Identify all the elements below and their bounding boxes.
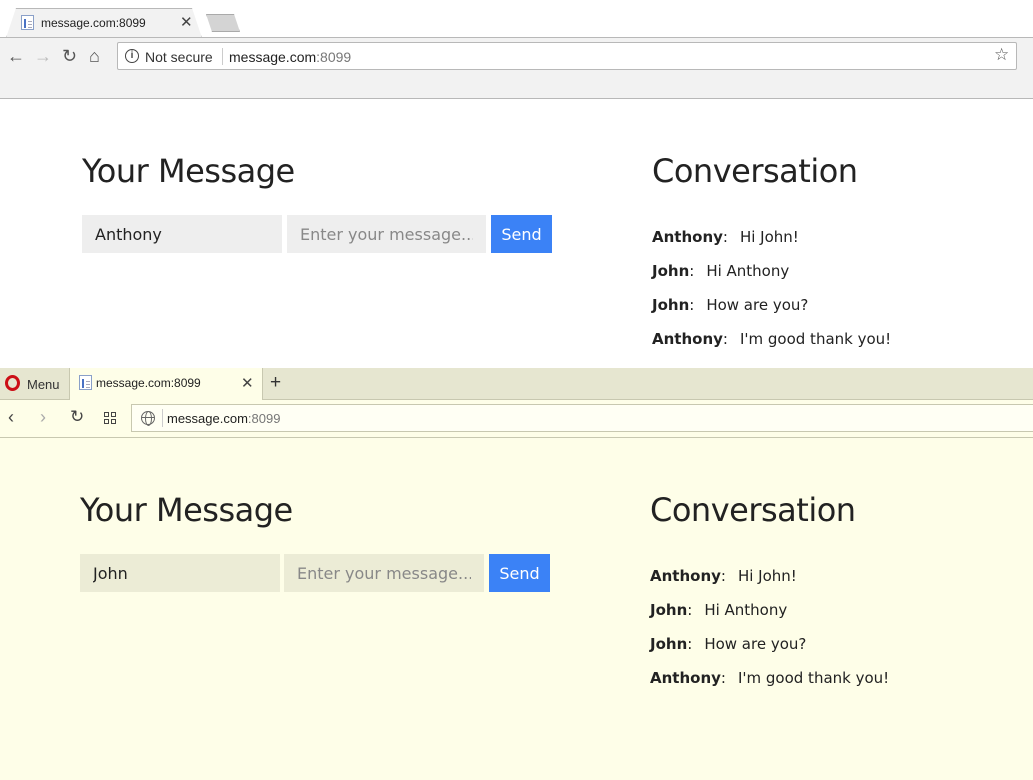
your-message-heading: Your Message — [80, 491, 293, 529]
message-text: I'm good thank you! — [739, 330, 892, 348]
message-sender: John — [652, 262, 690, 280]
message-item: Anthony: I'm good thank you! — [652, 330, 892, 348]
send-button[interactable]: Send — [491, 215, 552, 253]
reload-icon[interactable]: ↻ — [62, 46, 77, 67]
message-sender: John — [650, 635, 688, 653]
chrome-tab-title: message.com:8099 — [41, 16, 146, 30]
page-icon — [79, 375, 92, 390]
url-text[interactable]: message.com:8099 — [229, 49, 351, 65]
opera-tab-title: message.com:8099 — [96, 376, 201, 390]
url-text[interactable]: message.com:8099 — [167, 411, 280, 426]
message-text: Hi Anthony — [704, 601, 788, 619]
close-tab-icon[interactable]: ✕ — [180, 13, 193, 31]
message-item: John: How are you? — [652, 296, 809, 314]
page-icon — [21, 15, 34, 30]
divider — [222, 48, 223, 65]
back-chevron-icon[interactable]: ‹ — [8, 407, 14, 428]
your-message-heading: Your Message — [82, 152, 295, 190]
opera-logo-icon[interactable] — [5, 375, 20, 391]
message-item: Anthony: Hi John! — [650, 567, 797, 585]
message-sender: Anthony — [652, 228, 723, 246]
message-sender: Anthony — [650, 567, 721, 585]
reload-icon[interactable]: ↻ — [70, 407, 84, 427]
conversation-heading: Conversation — [650, 491, 856, 529]
message-text: How are you? — [704, 635, 807, 653]
message-text: Hi Anthony — [706, 262, 790, 280]
conversation-heading: Conversation — [652, 152, 858, 190]
message-item: Anthony: I'm good thank you! — [650, 669, 890, 687]
back-arrow-icon[interactable]: ← — [7, 46, 25, 67]
home-icon[interactable]: ⌂ — [89, 46, 100, 67]
message-item: John: Hi Anthony — [652, 262, 790, 280]
message-input[interactable] — [284, 554, 484, 592]
info-icon[interactable]: i — [125, 49, 139, 63]
message-sender: Anthony — [650, 669, 721, 687]
speed-dial-icon[interactable] — [104, 412, 117, 425]
new-tab-button[interactable] — [206, 14, 240, 32]
chrome-window: message.com:8099 ✕ ← → ↻ ⌂ i Not secure … — [0, 0, 1033, 368]
message-sender: John — [652, 296, 690, 314]
message-text: Hi John! — [737, 567, 797, 585]
opera-menu-button[interactable]: Menu — [27, 377, 60, 392]
message-item: John: How are you? — [650, 635, 807, 653]
name-input[interactable] — [82, 215, 282, 253]
chrome-tab-bar: message.com:8099 ✕ — [0, 0, 1033, 38]
message-input[interactable] — [287, 215, 486, 253]
close-tab-icon[interactable]: ✕ — [241, 374, 254, 392]
security-label[interactable]: Not secure — [145, 49, 213, 65]
address-bar[interactable]: message.com:8099 — [131, 404, 1033, 432]
send-button[interactable]: Send — [489, 554, 550, 592]
message-sender: Anthony — [652, 330, 723, 348]
new-tab-icon[interactable]: + — [270, 372, 281, 394]
opera-window: Menu message.com:8099 ✕ + ‹ › ↻ message.… — [0, 368, 1033, 780]
message-item: John: Hi Anthony — [650, 601, 788, 619]
address-bar[interactable]: i Not secure message.com:8099 ☆ — [117, 42, 1017, 70]
message-sender: John — [650, 601, 688, 619]
forward-arrow-icon[interactable]: → — [34, 46, 52, 67]
opera-tab[interactable]: message.com:8099 ✕ — [69, 368, 263, 400]
message-text: Hi John! — [739, 228, 799, 246]
message-item: Anthony: Hi John! — [652, 228, 799, 246]
message-text: How are you? — [706, 296, 809, 314]
divider — [162, 409, 163, 427]
message-text: I'm good thank you! — [737, 669, 890, 687]
opera-toolbar: ‹ › ↻ message.com:8099 — [0, 400, 1033, 438]
chrome-toolbar: ← → ↻ ⌂ i Not secure message.com:8099 ☆ — [0, 37, 1033, 99]
star-icon[interactable]: ☆ — [994, 45, 1009, 65]
name-input[interactable] — [80, 554, 280, 592]
globe-icon[interactable] — [141, 411, 155, 426]
forward-chevron-icon[interactable]: › — [40, 407, 46, 428]
opera-tab-bar: Menu message.com:8099 ✕ + — [0, 368, 1033, 400]
